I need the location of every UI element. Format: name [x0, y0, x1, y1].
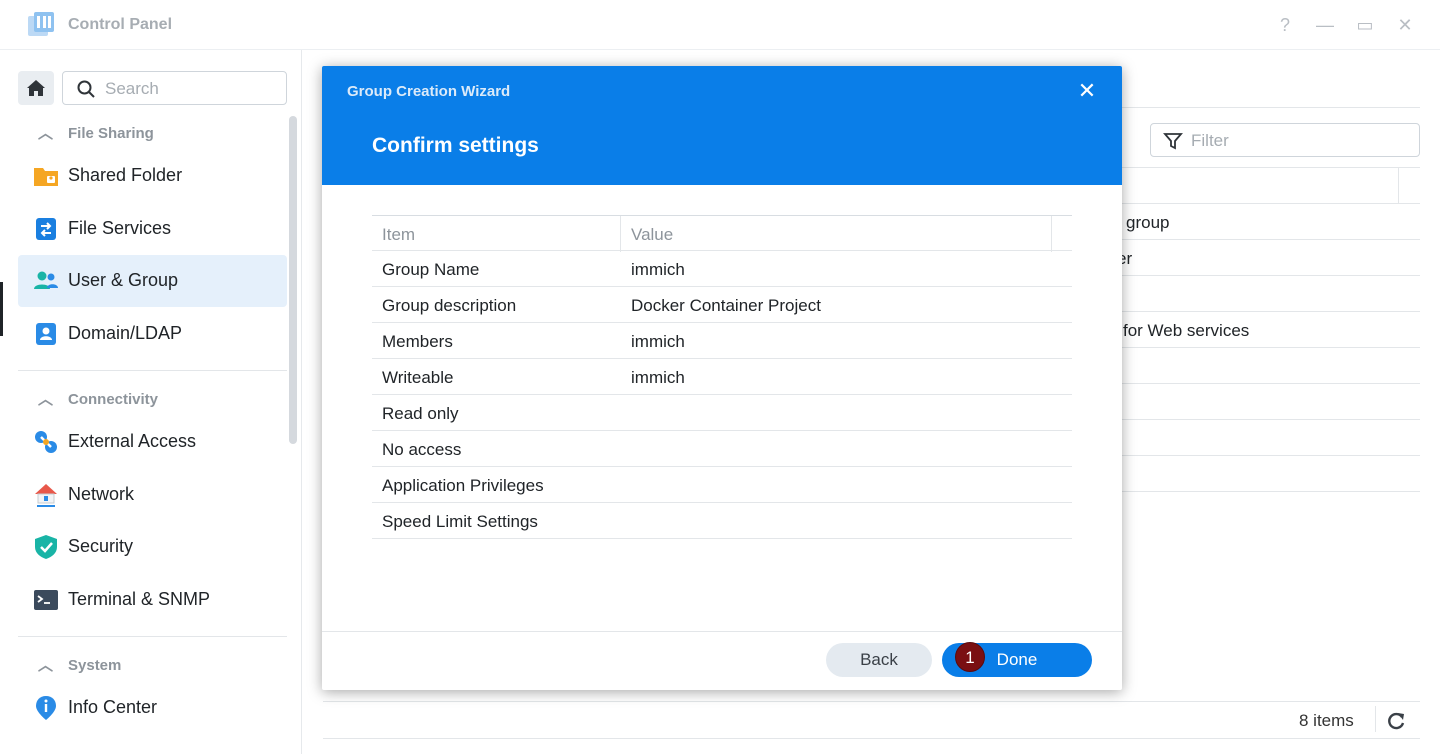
step-marker-badge: 1 [955, 642, 985, 672]
refresh-icon[interactable] [1385, 710, 1407, 732]
external-access-icon [35, 431, 57, 453]
minimize-icon[interactable]: — [1312, 12, 1338, 38]
section-file-sharing[interactable]: ︿ File Sharing [38, 122, 154, 143]
sidebar-divider [18, 636, 287, 637]
table-row: No access [372, 431, 1072, 467]
items-count: 8 items [1299, 711, 1354, 730]
group-creation-wizard-dialog: Group Creation Wizard ✕ Confirm settings… [322, 66, 1122, 690]
footer-top-line [323, 701, 1420, 702]
sidebar-item-file-services[interactable]: File Services [18, 203, 287, 255]
table-row: Group description Docker Container Proje… [372, 287, 1072, 323]
chevron-up-icon: ︿ [38, 657, 54, 674]
column-separator [1398, 167, 1399, 203]
section-system[interactable]: ︿ System [38, 654, 121, 675]
footer-bottom-line [323, 738, 1420, 739]
active-edge-marker [0, 282, 3, 336]
row-item: Application Privileges [382, 476, 544, 495]
filter-box[interactable] [1150, 123, 1420, 157]
home-icon [27, 80, 45, 96]
search-input[interactable] [105, 78, 275, 100]
help-icon[interactable]: ? [1272, 12, 1298, 38]
sidebar-item-security[interactable]: Security [18, 521, 287, 573]
row-item: Group description [382, 296, 517, 315]
sidebar-item-shared-folder[interactable]: Shared Folder [18, 150, 287, 202]
row-item: Read only [382, 404, 459, 423]
window-title: Control Panel [68, 16, 173, 33]
window-titlebar: Control Panel ? — ▭ ✕ [0, 0, 1440, 50]
sidebar-item-domain-ldap[interactable]: Domain/LDAP [18, 308, 287, 360]
footer-separator [1375, 706, 1376, 732]
terminal-icon [34, 590, 58, 610]
wizard-footer-divider [322, 631, 1122, 632]
table-row: Writeable immich [372, 359, 1072, 395]
column-separator [620, 216, 621, 252]
control-panel-app-icon [28, 12, 54, 36]
sidebar-item-terminal-snmp[interactable]: Terminal & SNMP [18, 574, 287, 626]
wizard-title: Group Creation Wizard [347, 83, 511, 100]
domain-ldap-icon [36, 323, 56, 345]
row-value: Docker Container Project [631, 296, 821, 315]
file-services-icon [36, 218, 56, 240]
table-row: Application Privileges [372, 467, 1072, 503]
network-icon [35, 484, 57, 507]
column-separator [1051, 216, 1052, 252]
row-value: immich [631, 332, 685, 351]
table-row: Members immich [372, 323, 1072, 359]
filter-input[interactable] [1191, 130, 1401, 152]
sidebar-item-info-center[interactable]: Info Center [18, 682, 287, 734]
filter-icon [1163, 133, 1183, 150]
home-button[interactable] [18, 71, 54, 105]
row-item: Group Name [382, 260, 480, 279]
maximize-icon[interactable]: ▭ [1352, 12, 1378, 38]
table-cell: for Web services [1123, 321, 1250, 340]
sidebar-item-network[interactable]: Network [18, 469, 287, 521]
row-item: No access [382, 440, 462, 459]
sidebar-item-user-group[interactable]: User & Group [18, 255, 287, 307]
wizard-header: Group Creation Wizard ✕ Confirm settings [322, 66, 1122, 185]
search-icon [77, 80, 95, 98]
chevron-up-icon: ︿ [38, 391, 54, 408]
sidebar-divider [18, 370, 287, 371]
sidebar-scrollbar[interactable] [289, 116, 297, 444]
back-button[interactable]: Back [826, 643, 932, 677]
section-connectivity[interactable]: ︿ Connectivity [38, 388, 158, 409]
row-item: Members [382, 332, 453, 351]
search-box[interactable] [62, 71, 287, 105]
sidebar-item-external-access[interactable]: External Access [18, 416, 287, 468]
info-center-icon [36, 696, 56, 720]
table-cell: group [1126, 213, 1170, 232]
close-icon[interactable]: ✕ [1076, 80, 1098, 102]
row-item: Speed Limit Settings [382, 512, 538, 531]
row-value: immich [631, 260, 685, 279]
settings-summary-table: Item Value Group Name immich Group descr… [372, 215, 1072, 539]
security-shield-icon [35, 535, 57, 559]
row-item: Writeable [382, 368, 454, 387]
shared-folder-icon [34, 168, 58, 186]
column-header-item: Item [382, 225, 416, 244]
column-header-value: Value [631, 225, 674, 244]
close-window-icon[interactable]: ✕ [1392, 12, 1418, 38]
row-value: immich [631, 368, 685, 387]
user-group-icon [34, 271, 58, 289]
wizard-step-title: Confirm settings [372, 134, 539, 157]
sidebar: ︿File Sharing Shared Folder File Service… [0, 50, 302, 754]
table-row: Read only [372, 395, 1072, 431]
table-row: Speed Limit Settings [372, 503, 1072, 539]
chevron-up-icon: ︿ [38, 125, 54, 142]
table-header-row: Item Value [372, 215, 1072, 252]
table-row: Group Name immich [372, 251, 1072, 287]
